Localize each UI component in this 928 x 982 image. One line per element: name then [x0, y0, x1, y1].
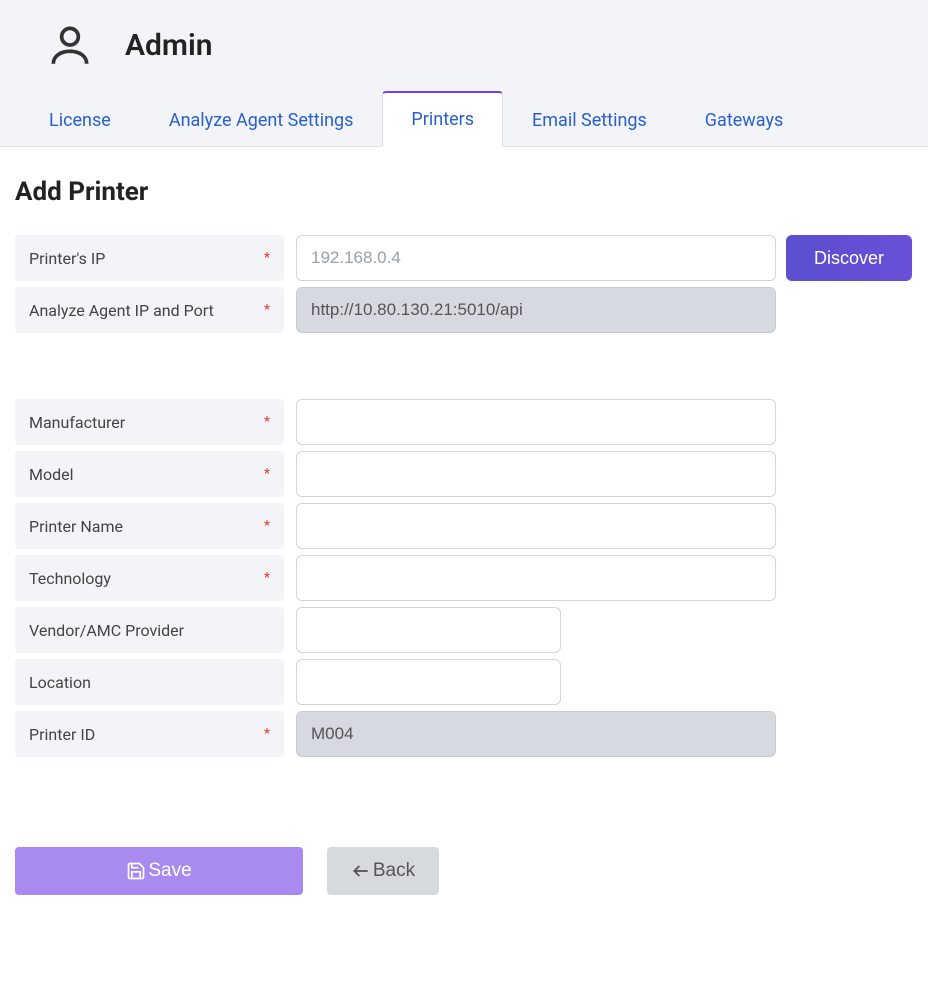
label-vendor: Vendor/AMC Provider — [15, 607, 284, 653]
label-model: Model * — [15, 451, 284, 497]
label-text: Analyze Agent IP and Port — [29, 301, 214, 320]
back-button[interactable]: Back — [327, 847, 439, 895]
required-marker: * — [256, 466, 270, 482]
tabs: License Analyze Agent Settings Printers … — [0, 90, 928, 146]
row-agent-ip: Analyze Agent IP and Port * — [15, 287, 913, 333]
user-icon — [45, 20, 95, 70]
row-manufacturer: Manufacturer * — [15, 399, 913, 445]
printer-id-input[interactable] — [296, 711, 776, 757]
model-input[interactable] — [296, 451, 776, 497]
content: Add Printer Printer's IP * Discover Anal… — [0, 147, 928, 925]
label-technology: Technology * — [15, 555, 284, 601]
header: Admin License Analyze Agent Settings Pri… — [0, 0, 928, 147]
row-printer-id: Printer ID * — [15, 711, 913, 757]
label-text: Location — [29, 673, 91, 692]
required-marker: * — [256, 726, 270, 742]
manufacturer-input[interactable] — [296, 399, 776, 445]
tab-license[interactable]: License — [20, 93, 140, 147]
row-printer-name: Printer Name * — [15, 503, 913, 549]
header-top: Admin — [0, 20, 928, 90]
tab-email-settings[interactable]: Email Settings — [503, 93, 676, 147]
label-text: Printer Name — [29, 517, 123, 536]
tab-gateways[interactable]: Gateways — [676, 93, 812, 147]
printer-name-input[interactable] — [296, 503, 776, 549]
label-location: Location — [15, 659, 284, 705]
required-marker: * — [256, 302, 270, 318]
label-printer-name: Printer Name * — [15, 503, 284, 549]
vendor-input[interactable] — [296, 607, 561, 653]
row-model: Model * — [15, 451, 913, 497]
label-text: Printer's IP — [29, 249, 105, 268]
label-text: Technology — [29, 569, 111, 588]
tab-printers[interactable]: Printers — [382, 91, 503, 147]
required-marker: * — [256, 518, 270, 534]
required-marker: * — [256, 250, 270, 266]
row-location: Location — [15, 659, 913, 705]
label-printer-id: Printer ID * — [15, 711, 284, 757]
tab-analyze-agent-settings[interactable]: Analyze Agent Settings — [140, 93, 383, 147]
printer-ip-input[interactable] — [296, 235, 776, 281]
back-label: Back — [373, 860, 415, 882]
save-icon — [126, 860, 146, 882]
back-arrow-icon — [351, 860, 371, 882]
label-printer-ip: Printer's IP * — [15, 235, 284, 281]
footer-buttons: Save Back — [15, 847, 913, 895]
label-text: Model — [29, 465, 74, 484]
save-label: Save — [148, 860, 191, 882]
row-vendor: Vendor/AMC Provider — [15, 607, 913, 653]
required-marker: * — [256, 570, 270, 586]
discover-button[interactable]: Discover — [786, 235, 912, 281]
page-title: Admin — [125, 28, 213, 63]
label-text: Manufacturer — [29, 413, 125, 432]
label-text: Printer ID — [29, 725, 95, 744]
technology-input[interactable] — [296, 555, 776, 601]
label-agent-ip: Analyze Agent IP and Port * — [15, 287, 284, 333]
section-title: Add Printer — [15, 177, 913, 207]
row-printer-ip: Printer's IP * Discover — [15, 235, 913, 281]
save-button[interactable]: Save — [15, 847, 303, 895]
required-marker: * — [256, 414, 270, 430]
agent-ip-input[interactable] — [296, 287, 776, 333]
row-technology: Technology * — [15, 555, 913, 601]
label-manufacturer: Manufacturer * — [15, 399, 284, 445]
location-input[interactable] — [296, 659, 561, 705]
label-text: Vendor/AMC Provider — [29, 621, 184, 640]
